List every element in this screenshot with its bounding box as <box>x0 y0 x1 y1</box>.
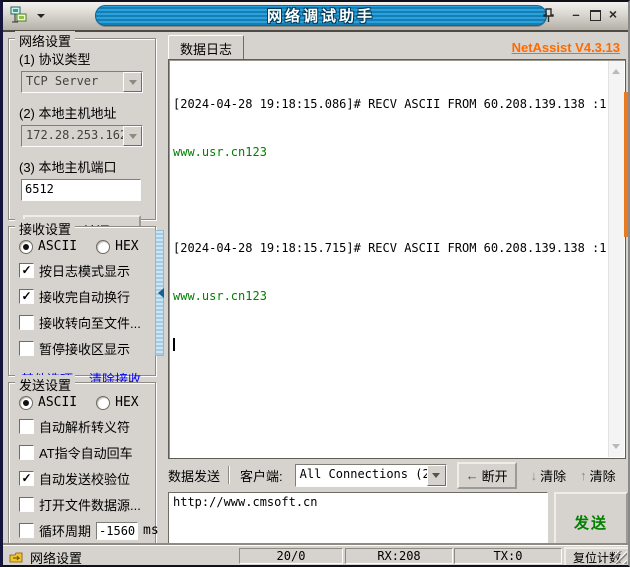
maximize-icon <box>589 10 601 21</box>
clear-receive-button[interactable]: ↓ 清除 <box>531 466 567 485</box>
save-to-file-label: 接收转向至文件... <box>39 316 141 331</box>
collapse-left-icon <box>153 288 164 298</box>
send-settings-group: 发送设置 ASCII HEX 自动解析转义符 AT指令自动回车 ✓ 自动发送校验… <box>8 375 159 565</box>
file-source-checkbox[interactable] <box>19 497 34 512</box>
host-label: (2) 本地主机地址 <box>19 106 117 121</box>
client-label: 客户端: <box>240 468 283 484</box>
pause-display-label: 暂停接收区显示 <box>39 342 131 357</box>
log-line: [2024-04-28 19:18:15.715]# RECV ASCII FR… <box>173 241 607 255</box>
file-source-label: 打开文件数据源... <box>39 498 141 513</box>
protocol-value: TCP Server <box>26 74 99 88</box>
clear-send-label: 清除 <box>589 468 616 484</box>
netassist-window: 网络调试助手 – × 网络设置 (1) 协议类型 TCP Server (2) … <box>0 0 630 567</box>
scroll-up-icon[interactable] <box>612 65 620 74</box>
send-input[interactable]: http://www.cmsoft.cn <box>168 492 548 548</box>
disconnect-button[interactable]: ← 断开 <box>456 461 517 489</box>
disconnect-label: 断开 <box>481 468 508 484</box>
pin-icon[interactable] <box>539 7 556 24</box>
title-pill: 网络调试助手 <box>95 5 547 26</box>
auto-checksum-checkbox[interactable]: ✓ <box>19 471 34 486</box>
send-ascii-label: ASCII <box>38 395 78 410</box>
send-hex-radio[interactable] <box>96 395 111 410</box>
receive-ascii-radio[interactable] <box>19 239 33 254</box>
receive-settings-legend: 接收设置 <box>15 219 76 238</box>
network-settings-group: 网络设置 (1) 协议类型 TCP Server (2) 本地主机地址 172.… <box>8 31 156 249</box>
log-mode-checkbox[interactable]: ✓ <box>19 263 34 278</box>
client-select[interactable]: All Connections (2) <box>294 463 447 487</box>
log-line: www.usr.cn123 <box>173 145 267 159</box>
port-label: (3) 本地主机端口 <box>19 160 117 175</box>
log-line: www.usr.cn123 <box>173 289 267 303</box>
auto-newline-checkbox[interactable]: ✓ <box>19 289 34 304</box>
app-menu-caret-icon[interactable] <box>37 14 45 22</box>
connection-count-cell: 20/0 <box>239 548 343 564</box>
tab-data-log-label: 数据日志 <box>179 41 232 57</box>
clear-receive-label: 清除 <box>540 468 567 484</box>
status-panel-label: 网络设置 <box>30 551 83 566</box>
host-dropdown-icon[interactable] <box>123 126 142 146</box>
log-line: [2024-04-28 19:18:15.086]# RECV ASCII FR… <box>173 97 607 111</box>
title-bar: 网络调试助手 – × <box>3 2 628 32</box>
log-mode-label: 按日志模式显示 <box>39 264 131 279</box>
receive-hex-label: HEX <box>115 239 139 254</box>
send-settings-legend: 发送设置 <box>15 375 76 394</box>
send-button[interactable]: 发送 <box>554 492 628 552</box>
rx-count-cell: RX:208 <box>345 548 453 564</box>
pause-display-checkbox[interactable] <box>19 341 34 356</box>
cycle-send-label: 循环周期 <box>39 524 92 539</box>
toolbar-divider <box>228 466 231 484</box>
sidebar-collapse-splitter[interactable] <box>155 230 164 356</box>
text-caret <box>173 338 175 351</box>
send-button-label: 发送 <box>573 514 608 532</box>
auto-newline-label: 接收完自动换行 <box>39 290 131 305</box>
host-select[interactable]: 172.28.253.162 <box>21 125 143 147</box>
version-link[interactable]: NetAssist V4.3.13 <box>512 40 620 55</box>
escape-parse-checkbox[interactable] <box>19 419 34 434</box>
receive-hex-radio[interactable] <box>96 239 111 254</box>
receive-ascii-label: ASCII <box>38 239 78 254</box>
window-title: 网络调试助手 <box>266 8 375 25</box>
data-log-panel[interactable]: [2024-04-28 19:18:15.086]# RECV ASCII FR… <box>168 59 626 459</box>
send-hex-label: HEX <box>115 395 139 410</box>
tab-data-log[interactable]: 数据日志 <box>168 35 244 61</box>
at-cr-checkbox[interactable] <box>19 445 34 460</box>
receive-settings-group: 接收设置 ASCII HEX ✓ 按日志模式显示 ✓ 接收完自动换行 接收转向至… <box>8 219 156 387</box>
window-edge-accent <box>624 92 628 237</box>
send-ascii-radio[interactable] <box>19 395 33 410</box>
resize-grip[interactable] <box>614 551 627 564</box>
tx-count-cell: TX:0 <box>454 548 562 564</box>
escape-parse-label: 自动解析转义符 <box>39 420 131 435</box>
send-toolbar: 数据发送 客户端: All Connections (2) ← 断开 ↓ 清除 … <box>168 460 624 490</box>
client-dropdown-icon[interactable] <box>426 464 446 486</box>
maximize-button[interactable] <box>587 6 603 23</box>
minimize-button[interactable]: – <box>568 6 584 23</box>
data-send-label: 数据发送 <box>168 468 221 484</box>
clear-send-arrow-icon: ↑ <box>580 467 587 483</box>
log-content: [2024-04-28 19:18:15.086]# RECV ASCII FR… <box>173 64 607 454</box>
cycle-period-input[interactable]: -1560 <box>96 521 139 540</box>
status-pointer-icon <box>9 552 23 563</box>
cycle-send-checkbox[interactable] <box>19 523 34 538</box>
log-scrollbar[interactable] <box>608 61 624 457</box>
protocol-dropdown-icon[interactable] <box>123 72 142 92</box>
cycle-unit-label: ms <box>143 523 159 538</box>
clear-receive-arrow-icon: ↓ <box>530 467 538 483</box>
app-icon[interactable] <box>9 6 29 24</box>
save-to-file-checkbox[interactable] <box>19 315 34 330</box>
at-cr-label: AT指令自动回车 <box>39 446 133 461</box>
scroll-down-icon[interactable] <box>612 444 620 453</box>
auto-checksum-label: 自动发送校验位 <box>39 472 131 487</box>
host-value: 172.28.253.162 <box>26 128 123 142</box>
protocol-label: (1) 协议类型 <box>19 52 91 67</box>
network-settings-legend: 网络设置 <box>15 31 76 50</box>
close-button[interactable]: × <box>605 6 621 23</box>
port-input[interactable]: 6512 <box>21 179 141 201</box>
disconnect-arrow-icon: ← <box>465 467 479 483</box>
protocol-select[interactable]: TCP Server <box>21 71 143 93</box>
clear-send-button[interactable]: ↑ 清除 <box>580 466 616 485</box>
client-value: All Connections (2) <box>299 466 427 481</box>
status-bar: 网络设置 20/0 RX:208 TX:0 复位计数 <box>3 545 628 565</box>
